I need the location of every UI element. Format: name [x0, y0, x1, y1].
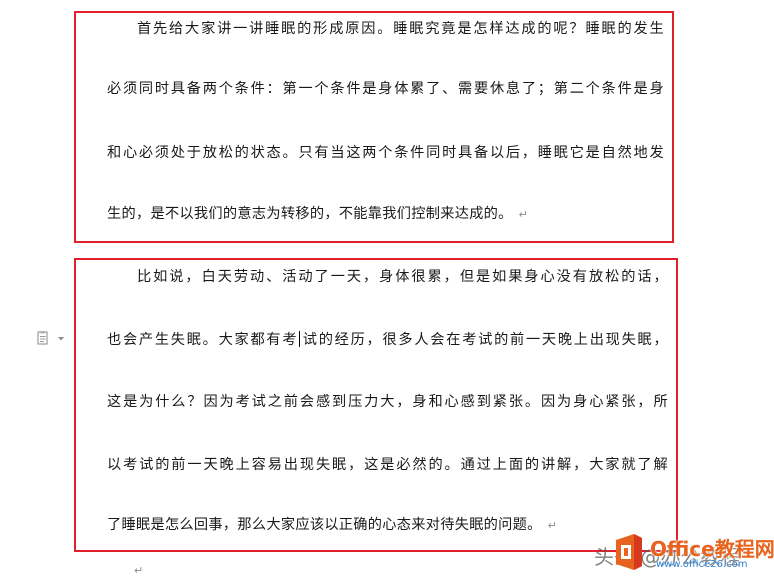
paragraph-1-line-1[interactable]: 首先给大家讲一讲睡眠的形成原因。睡眠究竟是怎样达成的呢？睡眠的发生 — [137, 20, 664, 38]
paste-options-icon — [37, 331, 64, 345]
text-run: 试的经历，很多人会在考试的前一天晚上出现失眠， — [301, 332, 668, 348]
text-run: 以考试的前一天晚上容易出现失眠，这是必然的。通过上面的讲解，大家就了解 — [107, 457, 668, 473]
text-run: 了睡眠是怎么回事，那么大家应该以正确的心态来对待失眠的问题。 — [107, 517, 542, 533]
text-run: 必须同时具备两个条件：第一个条件是身体累了、需要休息了；第二个条件是身 — [107, 81, 664, 97]
document-page[interactable]: 首先给大家讲一讲睡眠的形成原因。睡眠究竟是怎样达成的呢？睡眠的发生 必须同时具备… — [0, 0, 774, 579]
text-run: 这是为什么？因为考试之前会感到压力大，身和心感到紧张。因为身心紧张，所 — [107, 394, 668, 410]
empty-paragraph-mark[interactable]: ↵ — [134, 564, 143, 577]
text-run: 首先给大家讲一讲睡眠的形成原因。睡眠究竟是怎样达成的呢？睡眠的发生 — [137, 21, 664, 37]
watermark-url: www.office26.com — [656, 559, 748, 570]
paragraph-1-line-4[interactable]: 生的，是不以我们的意志为转移的，不能靠我们控制来达成的。 ↵ — [107, 205, 664, 224]
paragraph-2-line-2[interactable]: 也会产生失眠。大家都有考 试的经历，很多人会在考试的前一天晚上出现失眠， — [107, 331, 668, 349]
highlight-box-paragraph-2: 比如说，白天劳动、活动了一天，身体很累，但是如果身心没有放松的话， 也会产生失眠… — [74, 258, 678, 552]
paste-options-button[interactable] — [36, 330, 64, 346]
watermark: 头条 @办公教程 Office教程网 www.office26.com — [594, 527, 774, 579]
office-logo-icon — [616, 534, 642, 570]
paragraph-2-line-3[interactable]: 这是为什么？因为考试之前会感到压力大，身和心感到紧张。因为身心紧张，所 — [107, 393, 668, 411]
text-run: 也会产生失眠。大家都有考 — [107, 332, 299, 348]
highlight-box-paragraph-1: 首先给大家讲一讲睡眠的形成原因。睡眠究竟是怎样达成的呢？睡眠的发生 必须同时具备… — [74, 11, 674, 243]
paragraph-mark: ↵ — [547, 519, 558, 532]
paragraph-1-line-2[interactable]: 必须同时具备两个条件：第一个条件是身体累了、需要休息了；第二个条件是身 — [107, 80, 664, 98]
paragraph-mark: ↵ — [518, 208, 529, 221]
text-run: 生的，是不以我们的意志为转移的，不能靠我们控制来达成的。 — [107, 206, 513, 222]
text-run: 和心必须处于放松的状态。只有当这两个条件同时具备以后，睡眠它是自然地发 — [107, 145, 664, 161]
paragraph-2-line-4[interactable]: 以考试的前一天晚上容易出现失眠，这是必然的。通过上面的讲解，大家就了解 — [107, 456, 668, 474]
paragraph-2-line-5[interactable]: 了睡眠是怎么回事，那么大家应该以正确的心态来对待失眠的问题。 ↵ — [107, 516, 668, 535]
watermark-brand: Office教程网 — [650, 537, 774, 561]
text-run: 比如说，白天劳动、活动了一天，身体很累，但是如果身心没有放松的话， — [137, 269, 668, 285]
paragraph-2-line-1[interactable]: 比如说，白天劳动、活动了一天，身体很累，但是如果身心没有放松的话， — [137, 268, 668, 286]
chevron-down-icon — [58, 337, 64, 341]
paragraph-1-line-3[interactable]: 和心必须处于放松的状态。只有当这两个条件同时具备以后，睡眠它是自然地发 — [107, 144, 664, 162]
